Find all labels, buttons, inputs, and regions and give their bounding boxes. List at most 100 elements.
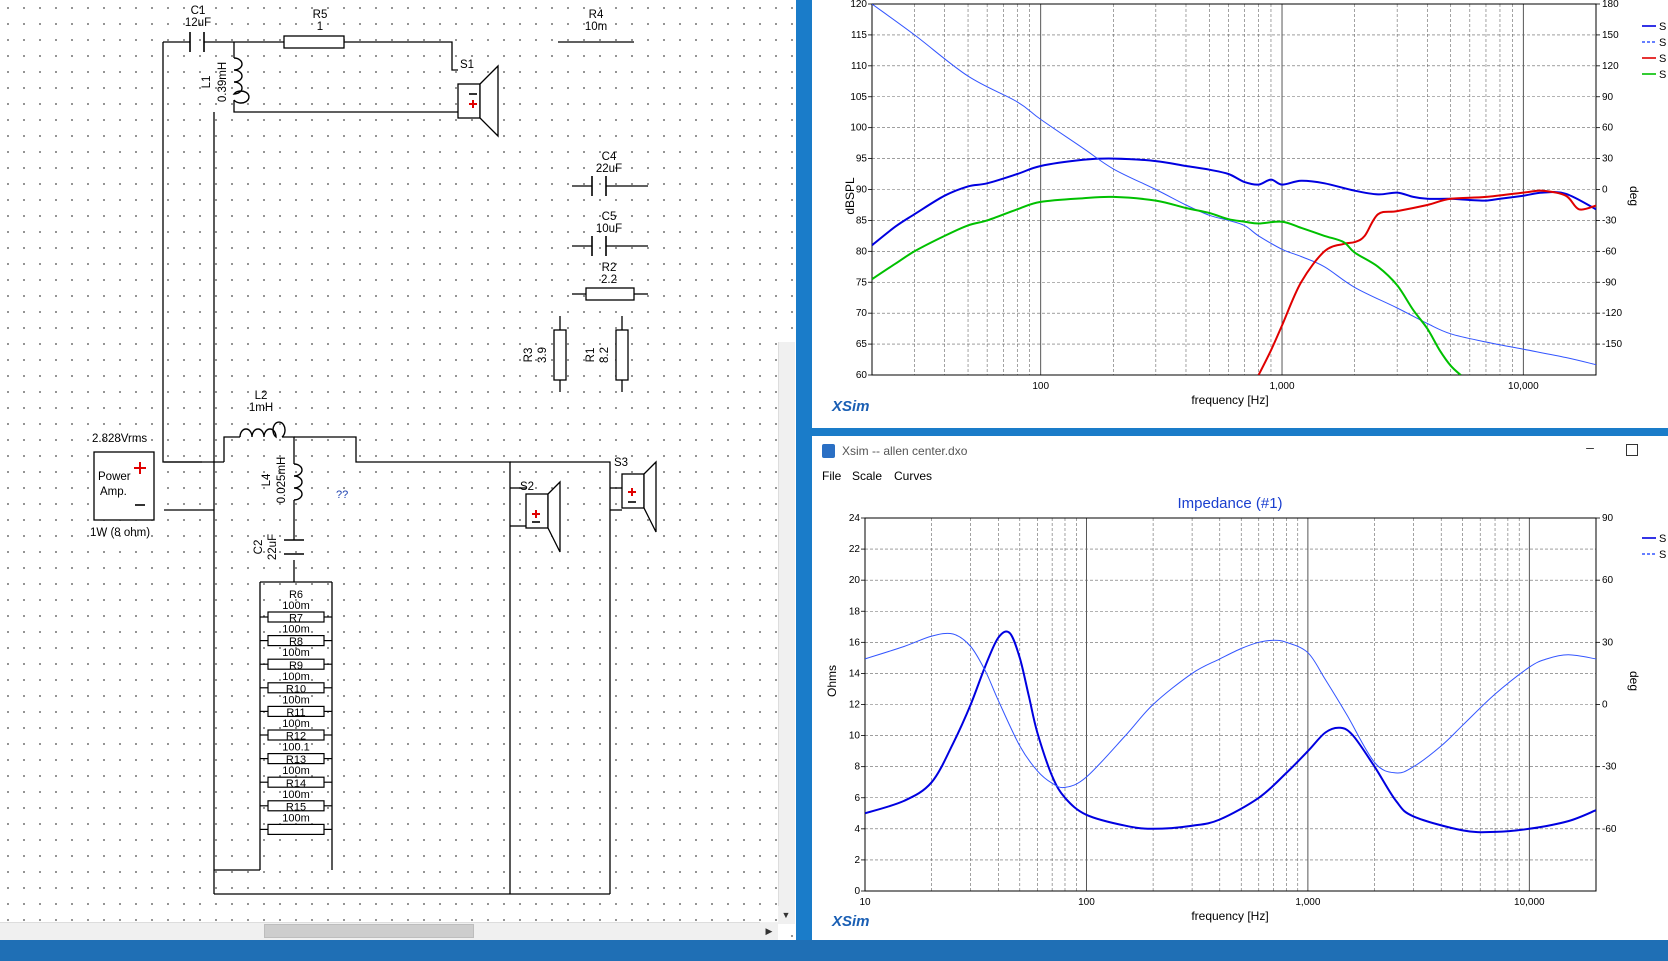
y2-tick-label: 30	[1602, 154, 1614, 165]
inductor-coils	[232, 57, 303, 501]
schematic-vertical-scrollbar[interactable]	[778, 342, 795, 924]
y2-tick-label: -120	[1602, 308, 1622, 319]
response-curve	[872, 157, 1596, 246]
scroll-right-arrow-icon[interactable]: ▶	[760, 922, 778, 940]
impedance-tick-labels: 024681012141618202224-60-30030609010 100 1…	[849, 513, 1617, 908]
y-tick-label: 20	[849, 575, 861, 586]
stack-resistor-value: 100m	[282, 694, 310, 706]
spl-chart-window[interactable]: 60 65 70 75 80 85 90 95 100 105 110 115 120 -150 -120 -…	[812, 0, 1668, 428]
label-R1-value: 8.2	[599, 347, 611, 363]
amp-label-power: Power	[98, 471, 131, 483]
y-tick-label: 6	[854, 793, 860, 804]
menu-curves[interactable]: Curves	[894, 469, 932, 483]
spl-legend: SSSS	[1642, 21, 1666, 81]
label-R3-id: R3	[523, 348, 535, 363]
y2-tick-label: -60	[1602, 824, 1617, 835]
y-tick-label: 120	[850, 0, 867, 10]
impedance-curves	[865, 630, 1596, 834]
y-tick-label: 16	[849, 637, 861, 648]
stack-resistor-body[interactable]	[267, 823, 325, 836]
label-S3-id: S3	[614, 457, 628, 469]
amp-label-amp: Amp.	[100, 486, 127, 498]
y-tick-label: 8	[854, 762, 860, 773]
legend-label: S	[1659, 21, 1666, 33]
x-tick-label: 1,000	[1270, 381, 1295, 392]
y-tick-label: 65	[856, 339, 868, 350]
menu-file[interactable]: File	[822, 469, 841, 483]
y-tick-label: 24	[849, 513, 861, 524]
y-tick-label: 80	[856, 246, 868, 257]
y-tick-label: 4	[854, 824, 860, 835]
capacitor-plates	[189, 32, 607, 555]
y2-tick-label: -150	[1602, 339, 1622, 350]
impedance-x-axis-label: frequency [Hz]	[1191, 909, 1268, 923]
schematic-labels: C1 12uF R5 1 R4 10m L1 0.39mH S1 C4 22uF…	[90, 5, 628, 560]
label-C1-value: 12uF	[185, 17, 211, 29]
label-C4-id: C4	[602, 151, 617, 163]
stack-resistor-value: 100m	[282, 647, 310, 659]
impedance-y-axis-label: Ohms	[825, 665, 839, 697]
resistor-stack: R6100mR7100mR8100mR9100mR10100mR11100mR1…	[260, 589, 332, 836]
impedance-chart: Impedance (#1) 024681012141618202224-60-…	[825, 495, 1666, 930]
response-curve	[1257, 189, 1596, 375]
y2-tick-label: -30	[1602, 215, 1617, 226]
spl-y-axis-label: dBSPL	[843, 177, 857, 215]
scroll-down-arrow-icon[interactable]: ▼	[778, 906, 794, 924]
unknown-marker: ??	[336, 489, 348, 501]
label-R1-id: R1	[585, 348, 597, 363]
label-C1-id: C1	[191, 5, 206, 17]
x-tick-label: 10	[859, 897, 871, 908]
x-tick-label: 100	[1078, 897, 1095, 908]
y-tick-label: 110	[851, 61, 867, 72]
minimize-icon[interactable]: –	[1582, 439, 1598, 455]
y-tick-label: 95	[856, 154, 868, 165]
impedance-y2-axis-label: deg	[1627, 671, 1641, 691]
legend-label: S	[1659, 37, 1666, 49]
impedance-chart-title: Impedance (#1)	[1177, 495, 1282, 512]
label-L1-id: L1	[201, 76, 213, 89]
y2-tick-label: -90	[1602, 277, 1617, 288]
maximize-icon[interactable]	[1626, 444, 1638, 456]
label-R2-id: R2	[602, 262, 617, 274]
spl-tick-labels: 60 65 70 75 80 85 90 95 100 105 110 115 120 -150 -120 -…	[850, 0, 1622, 392]
y-tick-label: 115	[851, 30, 867, 41]
y-tick-label: 12	[849, 700, 861, 711]
impedance-window-titlebar[interactable]: Xsim -- allen center.dxo –	[812, 436, 1668, 467]
xsim-logo: XSim	[831, 913, 870, 930]
legend-label: S	[1659, 533, 1666, 545]
y-tick-label: 14	[849, 668, 861, 679]
y2-tick-label: -30	[1602, 762, 1617, 773]
schematic-canvas[interactable]: R6 100m R7 100m R8 100m R9 100m R10 100m R11 100m R1…	[0, 0, 796, 940]
y2-tick-label: -60	[1602, 246, 1617, 257]
schematic-drawing[interactable]: R6100mR7100mR8100mR9100mR10100mR11100mR1…	[0, 0, 796, 940]
speaker-symbols	[457, 64, 657, 553]
label-L2-value: 1mH	[249, 402, 273, 414]
y-tick-label: 10	[849, 731, 861, 742]
y2-tick-label: 60	[1602, 123, 1614, 134]
window-title: Xsim -- allen center.dxo	[842, 444, 968, 458]
stack-resistor-value: 100m	[282, 624, 310, 636]
label-R5-value: 1	[317, 21, 323, 33]
y2-tick-label: 30	[1602, 637, 1614, 648]
label-C2-value: 22uF	[267, 534, 279, 560]
stack-resistor-value: 100m	[282, 718, 310, 730]
horizontal-scroll-thumb[interactable]	[264, 924, 474, 938]
x-tick-label: 10,000	[1514, 897, 1545, 908]
x-tick-label: 100	[1032, 381, 1049, 392]
y2-tick-label: 90	[1602, 92, 1614, 103]
y-tick-label: 105	[850, 92, 867, 103]
y2-tick-label: 0	[1602, 700, 1608, 711]
stack-resistor-value: 100.1	[282, 742, 310, 754]
legend-label: S	[1659, 53, 1666, 65]
menu-scale[interactable]: Scale	[852, 469, 882, 483]
impedance-grid	[864, 517, 1597, 892]
y-tick-label: 22	[849, 544, 861, 555]
stack-resistor-value: 100m	[282, 765, 310, 777]
phase-curve	[865, 632, 1596, 789]
y-tick-label: 0	[854, 886, 860, 897]
spl-x-axis-label: frequency [Hz]	[1191, 393, 1268, 407]
xsim-logo: XSim	[831, 398, 870, 415]
spl-grid	[871, 3, 1597, 376]
label-L1-value: 0.39mH	[217, 62, 229, 102]
y-tick-label: 60	[856, 370, 868, 381]
